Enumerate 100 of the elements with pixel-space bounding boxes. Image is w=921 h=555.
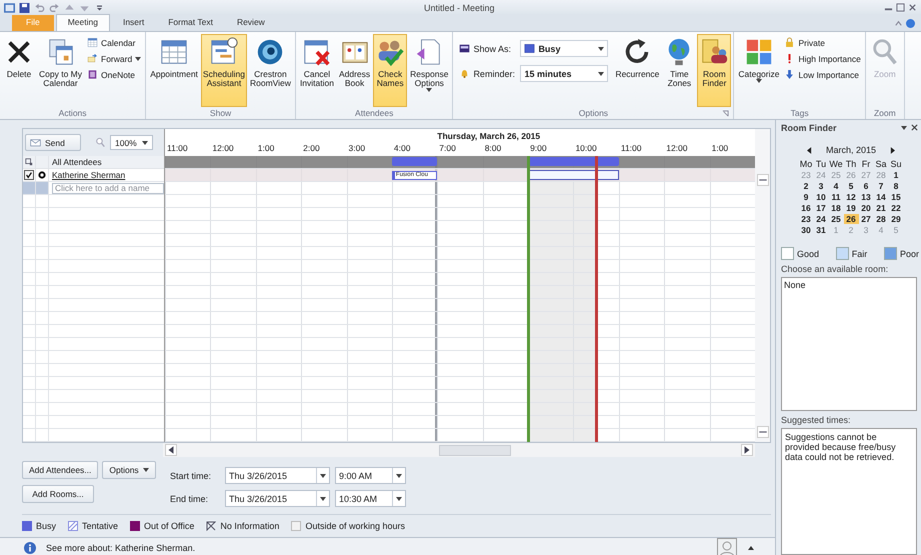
calendar-day[interactable]: 24 (814, 214, 828, 224)
maximize-icon[interactable] (896, 3, 905, 12)
room-item[interactable]: None (784, 280, 806, 290)
add-name-field[interactable]: Click here to add a name (52, 182, 164, 194)
ribbon-button[interactable]: Categorize (736, 34, 782, 107)
action-button[interactable]: Add Rooms... (22, 485, 94, 503)
caret-icon[interactable] (901, 126, 907, 130)
launcher-icon[interactable] (722, 110, 730, 116)
undo-icon[interactable] (34, 2, 45, 12)
search-icon[interactable] (95, 137, 106, 148)
close-icon[interactable] (911, 124, 918, 131)
previous-month-icon[interactable] (806, 146, 812, 154)
attendee-type-icon[interactable] (25, 158, 33, 166)
calendar-day[interactable]: 3 (814, 181, 828, 191)
redo-icon[interactable] (49, 2, 60, 12)
ribbon-button[interactable]: Scheduling Assistant (200, 34, 247, 107)
calendar-day[interactable]: 1 (888, 170, 904, 180)
empty-attendee-row[interactable] (23, 208, 164, 221)
zoom-dropdown[interactable]: 100% (110, 135, 153, 150)
ribbon-tab[interactable]: Review (226, 15, 276, 31)
expand-icon[interactable] (747, 544, 755, 552)
ribbon-button[interactable]: Check Names (373, 34, 408, 107)
save-icon[interactable] (19, 2, 30, 12)
ribbon-button[interactable]: Calendar (85, 36, 144, 49)
ribbon-button[interactable]: Delete (2, 34, 36, 107)
calendar-day[interactable]: 27 (858, 214, 874, 224)
ribbon-button[interactable]: Appointment (148, 34, 200, 107)
empty-attendee-row[interactable] (23, 273, 164, 286)
empty-attendee-row[interactable] (23, 364, 164, 377)
start-time-line[interactable] (527, 156, 530, 442)
ribbon-button[interactable]: High Importance (782, 52, 863, 65)
date-field[interactable]: Thu 3/26/2015 (225, 490, 330, 507)
empty-attendee-row[interactable] (23, 247, 164, 260)
ribbon-button[interactable]: OneNote (85, 68, 144, 81)
empty-attendee-row[interactable] (23, 260, 164, 273)
calendar-day[interactable]: 12 (844, 192, 858, 202)
calendar-day[interactable]: 16 (798, 203, 814, 213)
next-month-icon[interactable] (890, 146, 896, 154)
calendar-day[interactable]: 31 (814, 225, 828, 235)
up-arrow-icon[interactable] (64, 2, 75, 12)
calendar-day[interactable]: 8 (888, 181, 904, 191)
ribbon-button[interactable]: Low Importance (782, 68, 863, 81)
empty-attendee-row[interactable] (23, 286, 164, 299)
calendar-day[interactable]: 6 (858, 181, 874, 191)
empty-attendee-row[interactable] (23, 234, 164, 247)
ribbon-button[interactable]: Response Options (408, 34, 450, 107)
empty-attendee-row[interactable] (23, 390, 164, 403)
scroll-left-icon[interactable] (165, 444, 177, 456)
empty-attendee-row[interactable] (23, 351, 164, 364)
calendar-day[interactable]: 10 (814, 192, 828, 202)
empty-attendee-row[interactable] (23, 221, 164, 234)
calendar-day[interactable]: 23 (798, 214, 814, 224)
calendar-day[interactable]: 15 (888, 192, 904, 202)
calendar-day[interactable]: 7 (874, 181, 888, 191)
calendar-day[interactable]: 21 (874, 203, 888, 213)
row-selector-cell[interactable] (23, 182, 36, 194)
time-field[interactable]: 9:00 AM (335, 467, 406, 484)
ribbon-button[interactable]: Crestron RoomView (248, 34, 293, 107)
calendar-day[interactable]: 11 (828, 192, 844, 202)
ribbon-button[interactable]: Time Zones (662, 34, 696, 107)
calendar-day[interactable]: 26 (844, 214, 858, 224)
ribbon-button[interactable]: Recurrence (613, 34, 662, 107)
vertical-scrollbar[interactable] (755, 129, 770, 442)
ribbon-button[interactable]: Forward (85, 52, 144, 65)
calendar-day[interactable]: 30 (798, 225, 814, 235)
calendar-day[interactable]: 29 (888, 214, 904, 224)
calendar-day[interactable]: 2 (798, 181, 814, 191)
empty-attendee-row[interactable] (23, 312, 164, 325)
calendar-day[interactable]: 28 (874, 214, 888, 224)
ribbon-button[interactable]: Address Book (336, 34, 372, 107)
person-icon[interactable] (717, 538, 737, 555)
calendar-day[interactable]: 9 (798, 192, 814, 202)
customize-icon[interactable] (94, 2, 105, 12)
calendar-day[interactable]: 13 (858, 192, 874, 202)
close-icon[interactable] (908, 3, 917, 12)
room-list[interactable]: None (781, 277, 917, 411)
collapse-icon[interactable] (894, 19, 903, 28)
meeting-block[interactable] (528, 170, 619, 180)
calendar-day[interactable]: 5 (844, 181, 858, 191)
scrollbar-thumb[interactable] (439, 444, 511, 456)
checkbox[interactable] (24, 170, 34, 180)
calendar-day[interactable]: 14 (874, 192, 888, 202)
calendar-day[interactable]: 17 (814, 203, 828, 213)
empty-attendee-row[interactable] (23, 403, 164, 416)
dropdown-field[interactable]: 15 minutes (520, 65, 608, 82)
horizontal-scrollbar[interactable] (163, 443, 755, 457)
time-field[interactable]: 10:30 AM (335, 490, 406, 507)
ribbon-button[interactable]: Copy to My Calendar (37, 34, 84, 107)
app-icon[interactable] (4, 2, 15, 12)
end-time-line[interactable] (595, 156, 598, 442)
row-selector-cell[interactable] (36, 182, 49, 194)
calendar-day[interactable]: 19 (844, 203, 858, 213)
ribbon-tab[interactable]: Insert (112, 15, 156, 31)
ribbon-button[interactable]: Private (782, 36, 863, 49)
calendar-day[interactable]: 18 (828, 203, 844, 213)
action-button[interactable]: Options (102, 461, 156, 479)
date-field[interactable]: Thu 3/26/2015 (225, 467, 330, 484)
calendar-day[interactable]: 25 (828, 214, 844, 224)
empty-attendee-row[interactable] (23, 299, 164, 312)
empty-attendee-row[interactable] (23, 416, 164, 429)
